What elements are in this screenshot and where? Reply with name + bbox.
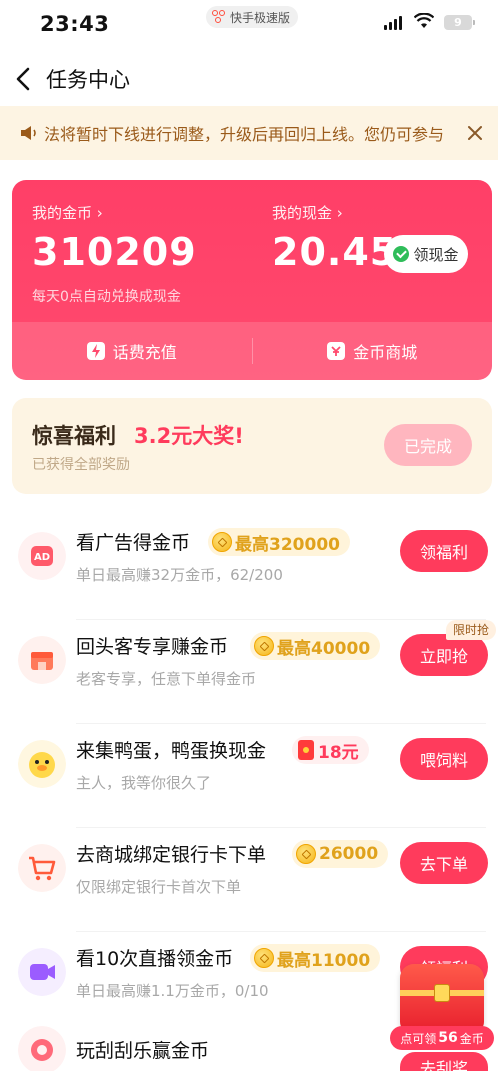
- reward-amount: 最高40000: [277, 638, 371, 659]
- battery-level: 9: [454, 16, 462, 29]
- reward-amount: 最高11000: [277, 950, 371, 971]
- completed-button[interactable]: 已完成: [384, 424, 472, 466]
- reward-badge: 26000: [292, 840, 389, 868]
- reward-amount: 56: [438, 1030, 458, 1046]
- claim-benefit-button[interactable]: 领福利: [400, 530, 488, 572]
- wechat-check-icon: [393, 246, 410, 262]
- task-duck-eggs: 来集鸭蛋，鸭蛋换现金 18元 主人，我等你很久了 喂饲料: [0, 724, 498, 828]
- reward-badge: 最高320000: [208, 528, 350, 556]
- reward-badge: 最高40000: [250, 632, 381, 660]
- status-bar: 23:43 快手极速版 9: [0, 0, 498, 48]
- surprise-subtitle: 已获得全部奖励: [32, 457, 130, 473]
- svg-text:AD: AD: [34, 552, 50, 563]
- chest-lock: [434, 984, 450, 1002]
- task-title: 来集鸭蛋，鸭蛋换现金: [76, 740, 267, 762]
- live-video-icon: [18, 948, 66, 996]
- coin-mall-label: 金币商城: [353, 343, 418, 362]
- reward-suffix: 金币: [459, 1031, 484, 1046]
- phone-topup-button[interactable]: 话费充值: [12, 322, 252, 380]
- task-title: 看10次直播领金币: [76, 948, 234, 970]
- task-subtitle: 单日最高赚32万金币，62/200: [76, 566, 283, 584]
- scratch-button[interactable]: 去刮奖: [400, 1052, 488, 1071]
- battery-icon: 9: [444, 15, 475, 30]
- shop-icon: [18, 636, 66, 684]
- page-title: 任务中心: [46, 68, 130, 92]
- back-arrow-icon[interactable]: [14, 66, 34, 92]
- reward-amount: 26000: [319, 844, 379, 864]
- claim-cash-label: 领现金: [413, 245, 459, 264]
- surprise-title: 惊喜福利: [32, 424, 116, 448]
- phone-topup-label: 话费充值: [112, 343, 177, 362]
- coins-note: 每天0点自动兑换成现金: [32, 289, 181, 305]
- coin-icon: [212, 532, 232, 552]
- task-title: 回头客专享赚金币: [76, 636, 229, 658]
- wallet-actions: 话费充值 金币商城: [12, 322, 492, 380]
- my-cash-link[interactable]: 我的现金 ›: [272, 202, 343, 223]
- task-watch-ads: AD 看广告得金币 最高320000 单日最高赚32万金币，62/200 领福利: [0, 516, 498, 620]
- task-title: 去商城绑定银行卡下单: [76, 844, 267, 866]
- task-title: 看广告得金币: [76, 532, 191, 554]
- coin-icon: [296, 844, 316, 864]
- red-envelope-icon: [298, 740, 314, 760]
- my-coins-link[interactable]: 我的金币 ›: [32, 202, 103, 223]
- reward-amount: 18元: [318, 742, 359, 763]
- coin-icon: [254, 948, 274, 968]
- ad-icon: AD: [18, 532, 66, 580]
- task-subtitle: 主人，我等你很久了: [76, 774, 212, 792]
- feed-button[interactable]: 喂饲料: [400, 738, 488, 780]
- app-name: 快手极速版: [230, 10, 291, 25]
- task-subtitle: 仅限绑定银行卡首次下单: [76, 878, 242, 896]
- signal-icon: [384, 16, 402, 30]
- task-subtitle: 老客专享，任意下单得金币: [76, 670, 257, 688]
- wallet-card: 我的金币 › 310209 每天0点自动兑换成现金 我的现金 › 20.45 领…: [12, 180, 492, 380]
- task-bind-bank-card: 去商城绑定银行卡下单 26000 仅限绑定银行卡首次下单 去下单: [0, 828, 498, 932]
- grab-now-button[interactable]: 立即抢: [400, 634, 488, 676]
- kuaishou-logo-icon: [212, 10, 226, 24]
- scratch-card-icon: [18, 1026, 66, 1071]
- app-name-pill: 快手极速版: [206, 6, 299, 28]
- duck-icon: [18, 740, 66, 788]
- wifi-icon: [414, 13, 434, 28]
- close-icon[interactable]: [466, 124, 484, 142]
- reward-badge: 18元: [292, 736, 369, 764]
- place-order-button[interactable]: 去下单: [400, 842, 488, 884]
- task-returning-customer: 回头客专享赚金币 最高40000 老客专享，任意下单得金币 立即抢 限时抢: [0, 620, 498, 724]
- task-subtitle: 单日最高赚1.1万金币，0/10: [76, 982, 269, 1000]
- surprise-bonus-card: 惊喜福利 3.2元大奖! 已获得全部奖励 已完成: [12, 398, 492, 494]
- nav-header: 任务中心: [0, 52, 498, 106]
- coin-mall-button[interactable]: 金币商城: [253, 322, 493, 380]
- speaker-icon: [21, 126, 36, 140]
- surprise-prize: 3.2元大奖!: [134, 424, 244, 448]
- task-title: 玩刮刮乐赢金币: [76, 1040, 210, 1062]
- mall-icon: [327, 342, 346, 360]
- cash-value: 20.45: [272, 230, 398, 274]
- floating-reward-widget[interactable]: 点可领 56 金币 去刮奖: [390, 960, 494, 1071]
- cart-icon: [18, 844, 66, 892]
- status-time: 23:43: [40, 12, 110, 36]
- reward-amount: 最高320000: [235, 534, 340, 555]
- floating-reward-label: 点可领 56 金币: [390, 1026, 494, 1050]
- notice-text: 法将暂时下线进行调整，升级后再回归上线。您仍可参与: [44, 125, 445, 144]
- coins-value: 310209: [32, 230, 197, 274]
- treasure-chest-icon: [400, 964, 484, 1032]
- notice-banner: 法将暂时下线进行调整，升级后再回归上线。您仍可参与: [0, 106, 498, 160]
- claim-cash-button[interactable]: 领现金: [384, 235, 468, 273]
- reward-badge: 最高11000: [250, 944, 381, 972]
- coin-icon: [254, 636, 274, 656]
- lightning-icon: [86, 342, 105, 360]
- reward-prefix: 点可领: [400, 1031, 437, 1046]
- limited-time-tag: 限时抢: [446, 620, 497, 640]
